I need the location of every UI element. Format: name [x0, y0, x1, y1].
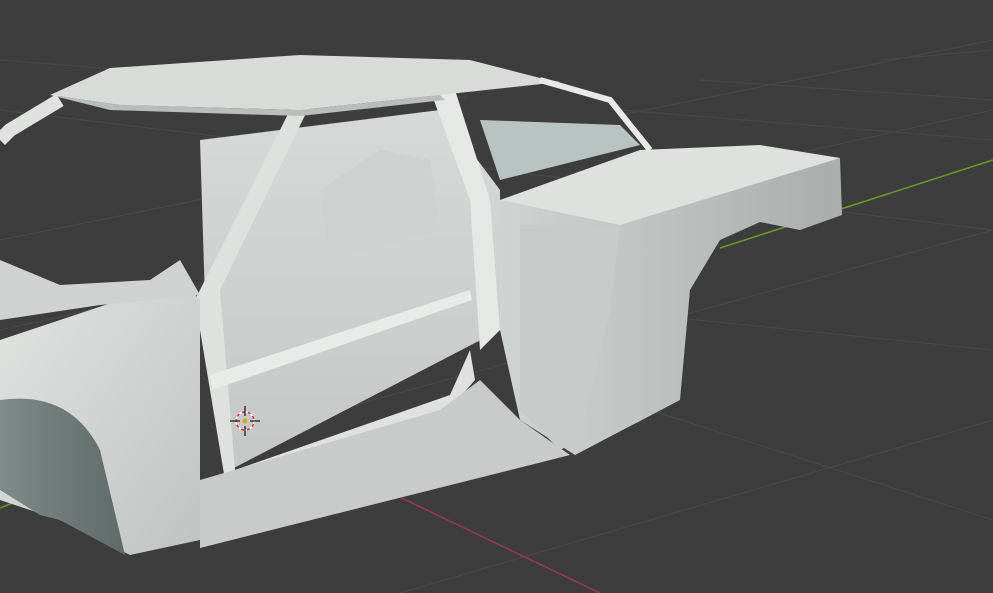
- a-pillar: [0, 93, 64, 145]
- car-body-mesh[interactable]: [0, 55, 842, 555]
- viewport-canvas[interactable]: [0, 0, 993, 593]
- 3d-viewport[interactable]: [0, 0, 993, 593]
